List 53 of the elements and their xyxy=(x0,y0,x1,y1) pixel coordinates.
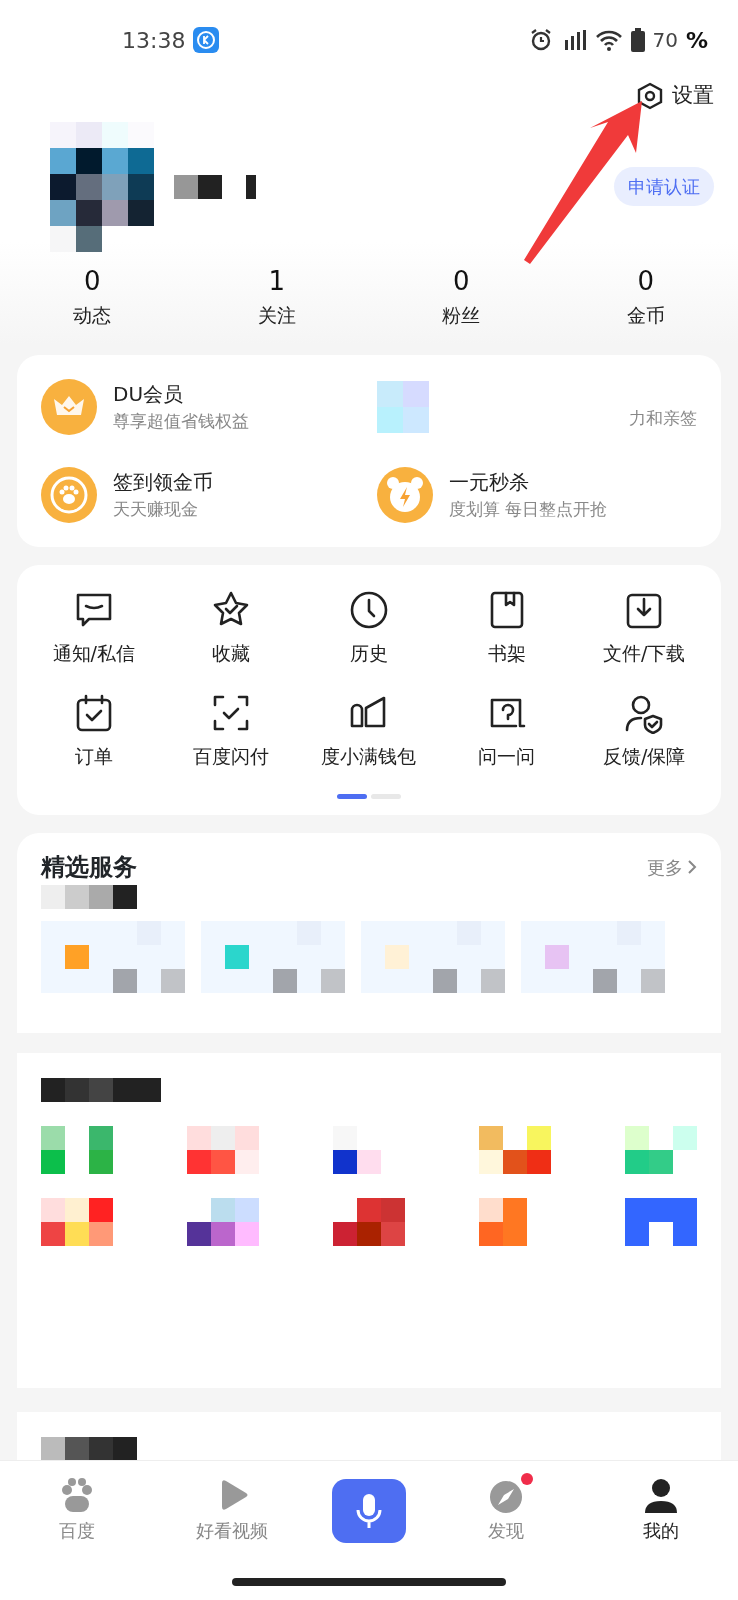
pixelated-image xyxy=(187,1197,259,1246)
promo-subtitle: 度划算 每日整点开抢 xyxy=(449,498,608,522)
stat-value: 0 xyxy=(451,264,471,298)
nav-tab[interactable]: 好看视频 xyxy=(177,1477,288,1544)
promo-subtitle: 天天赚现金 xyxy=(113,498,199,522)
clock: 13:38 xyxy=(122,26,186,55)
tool-label[interactable]: 书架 xyxy=(487,639,526,668)
pixelated-image xyxy=(625,1125,697,1174)
pixelated-image xyxy=(479,1125,551,1174)
chevron-icon[interactable] xyxy=(687,859,697,875)
battery-icon xyxy=(630,28,645,52)
pixelated-image xyxy=(187,1125,259,1174)
settings-icon xyxy=(636,81,664,110)
settings-button[interactable]: 设置 xyxy=(636,80,714,112)
stat-label: 动态 xyxy=(72,302,113,328)
voice-button[interactable] xyxy=(332,1478,406,1543)
promo-subtitle: 力和亲签 xyxy=(629,406,697,430)
tool-label[interactable]: 订单 xyxy=(74,741,113,770)
pixelated-image xyxy=(377,381,429,433)
promo-title[interactable]: 一元秒杀 xyxy=(449,467,608,498)
wifi-icon xyxy=(594,28,623,52)
tool-label[interactable]: 历史 xyxy=(350,639,388,668)
stat-value: 0 xyxy=(636,264,655,298)
pixelated-image xyxy=(41,1197,113,1246)
stat-value: 0 xyxy=(82,264,102,298)
tool-label[interactable]: 反馈/保障 xyxy=(602,741,686,770)
section-title: 精选服务 xyxy=(41,852,137,883)
microphone-icon xyxy=(354,1491,384,1530)
tool-icon[interactable] xyxy=(348,589,390,631)
verify-button[interactable]: 申请认证 xyxy=(614,167,714,206)
pixelated-image xyxy=(41,1125,113,1174)
stat-label: 粉丝 xyxy=(441,302,482,328)
tool-label[interactable]: 问一问 xyxy=(478,741,536,770)
app-notification-icon xyxy=(193,27,220,53)
nav-tab[interactable]: 我的 xyxy=(605,1477,716,1544)
stat-value: 1 xyxy=(267,264,286,298)
stat-label: 金币 xyxy=(625,302,666,328)
tool-label[interactable]: 文件/下载 xyxy=(602,639,686,668)
nav-tab[interactable]: 发现 xyxy=(450,1477,561,1544)
pixelated-image xyxy=(333,1197,405,1246)
percent-sign: % xyxy=(685,26,708,55)
promo-subtitle: 尊享超值省钱权益 xyxy=(113,410,249,434)
tool-label[interactable]: 通知/私信 xyxy=(52,639,135,668)
battery-level: 70 xyxy=(652,27,678,54)
tool-label[interactable]: 收藏 xyxy=(212,639,251,668)
nav-tab[interactable]: 百度 xyxy=(22,1477,133,1544)
stat-label: 关注 xyxy=(256,302,297,328)
promo-title[interactable]: DU会员 xyxy=(113,379,249,410)
tool-label[interactable]: 度小满钱包 xyxy=(321,741,417,770)
promo-title[interactable]: 签到领金币 xyxy=(113,467,213,498)
tool-label[interactable]: 百度闪付 xyxy=(193,741,270,770)
pixelated-image xyxy=(625,1197,697,1246)
more-link[interactable]: 更多 xyxy=(647,853,683,881)
